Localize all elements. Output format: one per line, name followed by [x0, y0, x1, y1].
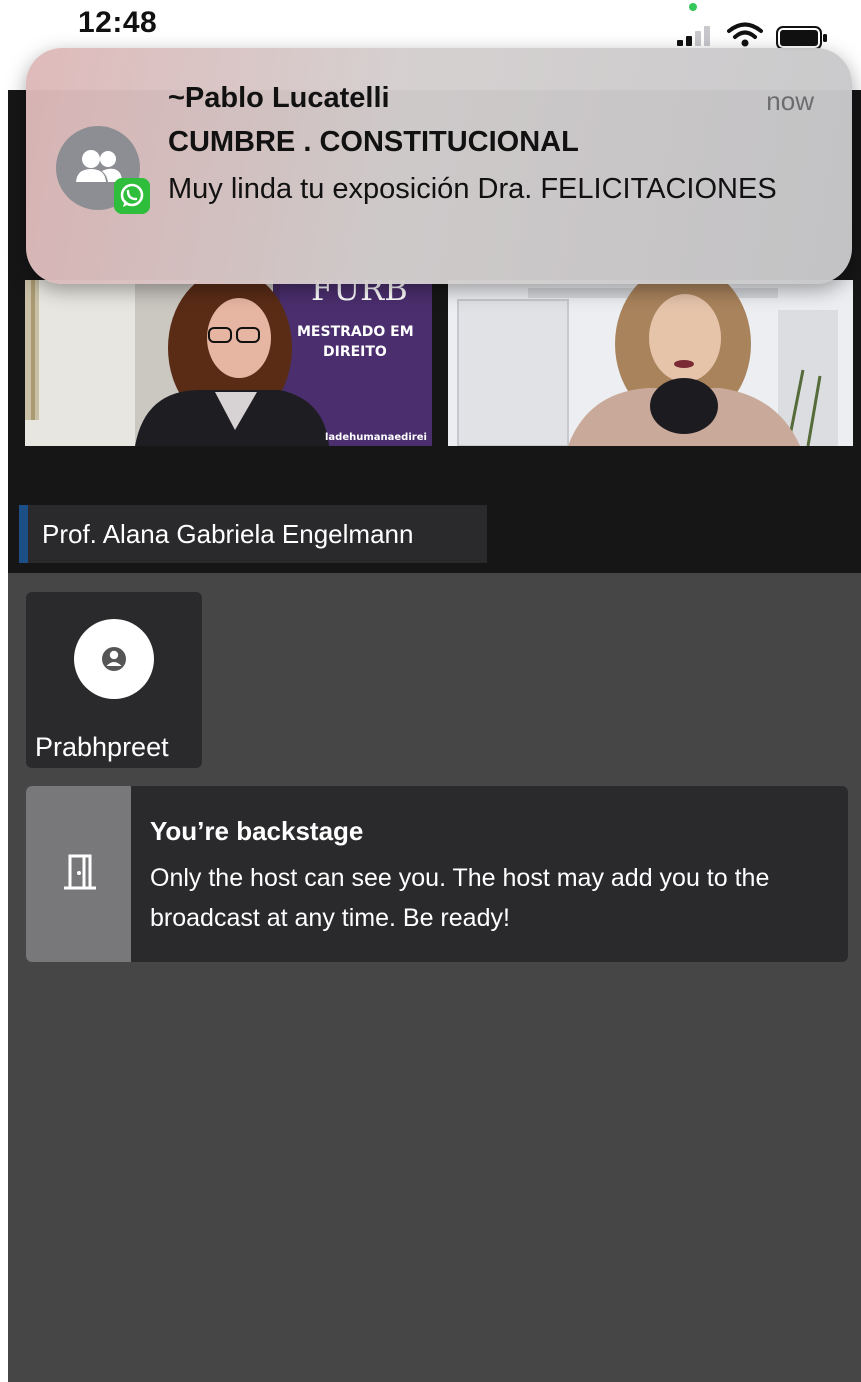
participant-avatar [74, 619, 154, 699]
speaker-name-label: Prof. Alana Gabriela Engelmann [19, 505, 487, 563]
door-icon [64, 854, 96, 890]
signal-icon [677, 26, 710, 46]
backstage-title: You’re backstage [150, 816, 364, 846]
notification-time: now [766, 86, 814, 116]
participant-video-frame [448, 280, 853, 446]
notification-message: Muy linda tu exposición Dra. FELICITACIO… [168, 173, 777, 205]
user-icon [102, 647, 126, 671]
handle-text: ladehumanaedirei [325, 432, 427, 443]
speaker-video-frame: FURB MESTRADO EM DIREITO ladehumanaedire… [25, 280, 432, 446]
speaker-name: Prof. Alana Gabriela Engelmann [42, 519, 414, 549]
direito-text: DIREITO [323, 344, 387, 360]
privacy-indicator-dot [689, 3, 697, 11]
video-tile-participant[interactable] [448, 280, 853, 446]
backstage-icon-box [26, 786, 131, 962]
backstage-description: Only the host can see you. The host may … [150, 864, 770, 932]
whatsapp-icon [114, 178, 150, 214]
furb-logo-text: FURB [311, 280, 408, 308]
notification-group: CUMBRE . CONSTITUCIONAL [168, 126, 579, 158]
status-time: 12:48 [78, 6, 158, 39]
notification-sender: ~Pablo Lucatelli [168, 82, 390, 114]
participant-card[interactable]: Prabhpreet [26, 592, 202, 768]
mestrado-text: MESTRADO EM [297, 324, 414, 340]
participant-name: Prabhpreet [35, 732, 169, 762]
backstage-banner: You’re backstage Only the host can see y… [26, 786, 848, 962]
video-tile-speaker[interactable]: FURB MESTRADO EM DIREITO ladehumanaedire… [25, 280, 432, 446]
notification-banner[interactable]: ~Pablo Lucatelli now CUMBRE . CONSTITUCI… [26, 48, 852, 284]
battery-icon [776, 26, 827, 50]
wifi-icon [727, 22, 763, 47]
